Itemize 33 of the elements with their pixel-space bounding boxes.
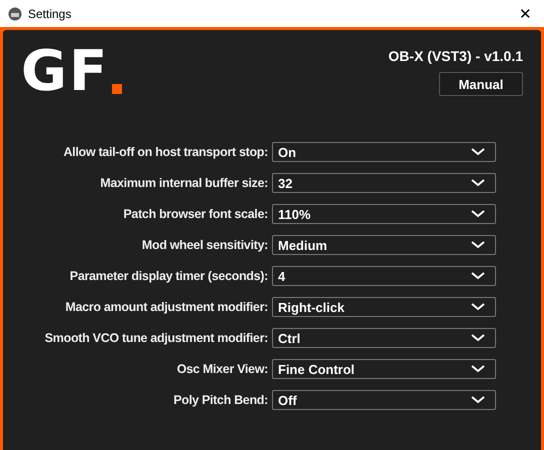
setting-label: Mod wheel sensitivity: (140, 238, 268, 252)
dropdown[interactable]: Right-click (272, 297, 496, 317)
chevron-icon (471, 241, 485, 249)
dropdown[interactable]: 4 (272, 266, 496, 286)
setting-label: Patch browser font scale: (122, 207, 268, 221)
setting-label: Allow tail-off on host transport stop: (62, 145, 268, 159)
dropdown[interactable]: 32 (272, 173, 496, 193)
close-button[interactable]: ✕ (515, 4, 536, 22)
dropdown[interactable]: 110% (272, 204, 496, 224)
chevron-icon (471, 396, 485, 404)
chevron-icon (471, 210, 485, 218)
logo-text: GF (21, 48, 110, 96)
manual-button[interactable]: Manual (439, 72, 523, 96)
chevron-icon (471, 272, 485, 280)
setting-label: Smooth VCO tune adjustment modifier: (44, 331, 268, 345)
chevron-icon (471, 334, 485, 342)
setting-label: Macro amount adjustment modifier: (64, 300, 268, 314)
dropdown[interactable]: Off (272, 390, 496, 410)
chevron-icon (471, 179, 485, 187)
dropdown[interactable]: Medium (272, 235, 496, 255)
chevron-icon (471, 365, 485, 373)
setting-label: Maximum internal buffer size: (99, 176, 268, 190)
setting-label: Osc Mixer View: (176, 362, 268, 376)
app-icon (8, 6, 22, 20)
dropdown[interactable]: On (272, 142, 496, 162)
window-title: Settings (28, 6, 72, 20)
version-label: OB-X (VST3) - v1.0.1 (388, 48, 523, 64)
setting-label: Parameter display timer (seconds): (68, 269, 268, 283)
chevron-icon (471, 148, 485, 156)
dropdown[interactable]: Fine Control (272, 359, 496, 379)
setting-label: Poly Pitch Bend: (172, 393, 268, 407)
chevron-icon (471, 303, 485, 311)
dropdown[interactable]: Ctrl (272, 328, 496, 348)
